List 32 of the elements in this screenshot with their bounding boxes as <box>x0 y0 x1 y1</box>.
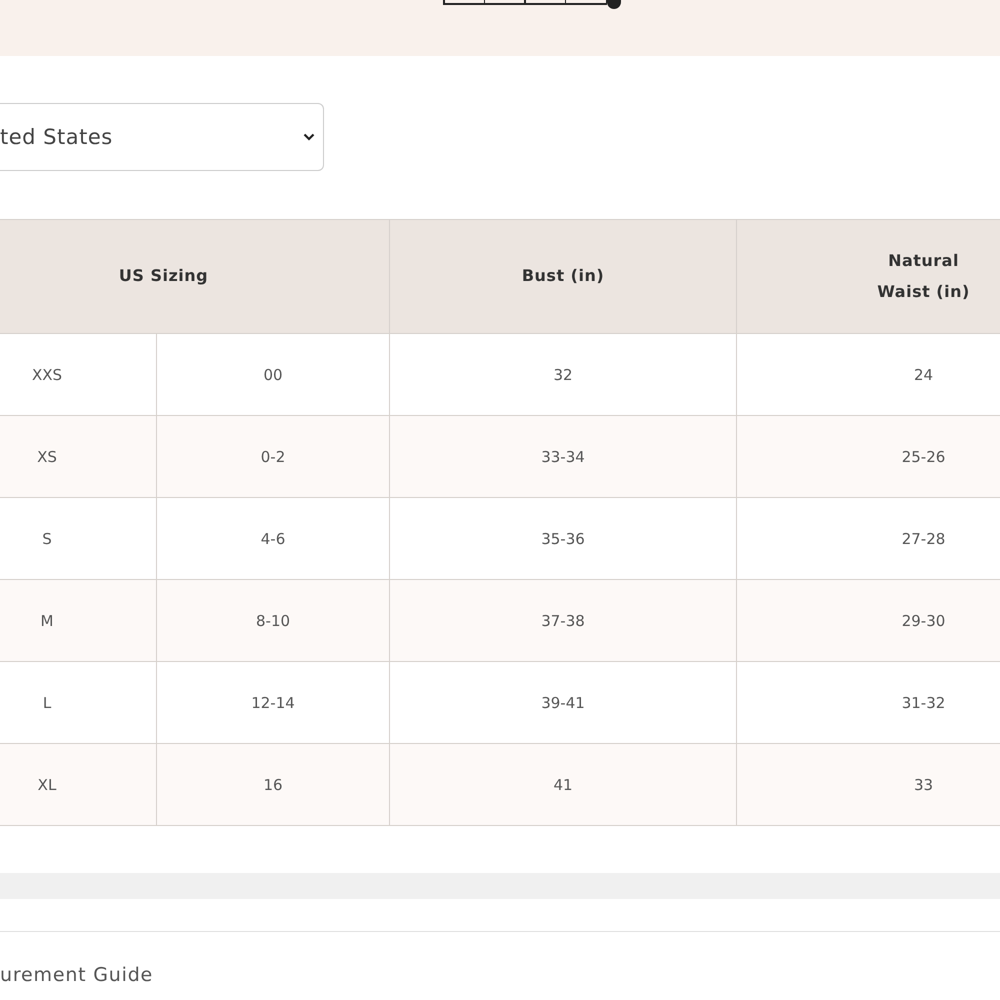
slider-thumb[interactable] <box>607 0 621 9</box>
table-cell: 32 <box>553 366 573 384</box>
column-header: Natural Waist (in) <box>876 250 971 302</box>
table-cell: XXS <box>32 366 62 384</box>
table-cell: 16 <box>263 776 283 794</box>
country-select[interactable]: ted States <box>0 103 324 171</box>
table-cell: 37-38 <box>541 612 585 630</box>
table-cell: XS <box>37 448 57 466</box>
chevron-down-icon <box>303 133 315 141</box>
column-header: Bust (in) <box>522 265 604 288</box>
table-cell: XL <box>38 776 56 794</box>
table-cell: 0-2 <box>260 448 286 466</box>
table-cell: 33 <box>914 776 934 794</box>
table-cell: L <box>42 694 52 712</box>
table-cell: 27-28 <box>902 530 946 548</box>
table-cell: 39-41 <box>541 694 585 712</box>
table-cell: 29-30 <box>902 612 946 630</box>
table-cell: 00 <box>263 366 283 384</box>
table-cell: S <box>42 530 52 548</box>
scale-slider[interactable] <box>443 0 621 9</box>
column-header: US Sizing <box>118 265 208 288</box>
table-cell: 41 <box>553 776 573 794</box>
table-cell: 31-32 <box>902 694 946 712</box>
table-cell: 33-34 <box>541 448 585 466</box>
table-cell: 35-36 <box>541 530 585 548</box>
measurement-guide-link[interactable]: urement Guide <box>0 964 154 986</box>
table-cell: 25-26 <box>902 448 946 466</box>
table-cell: 4-6 <box>260 530 286 548</box>
table-cell: 24 <box>914 366 934 384</box>
table-cell: 8-10 <box>256 612 290 630</box>
table-cell: M <box>40 612 54 630</box>
table-cell: 12-14 <box>251 694 295 712</box>
